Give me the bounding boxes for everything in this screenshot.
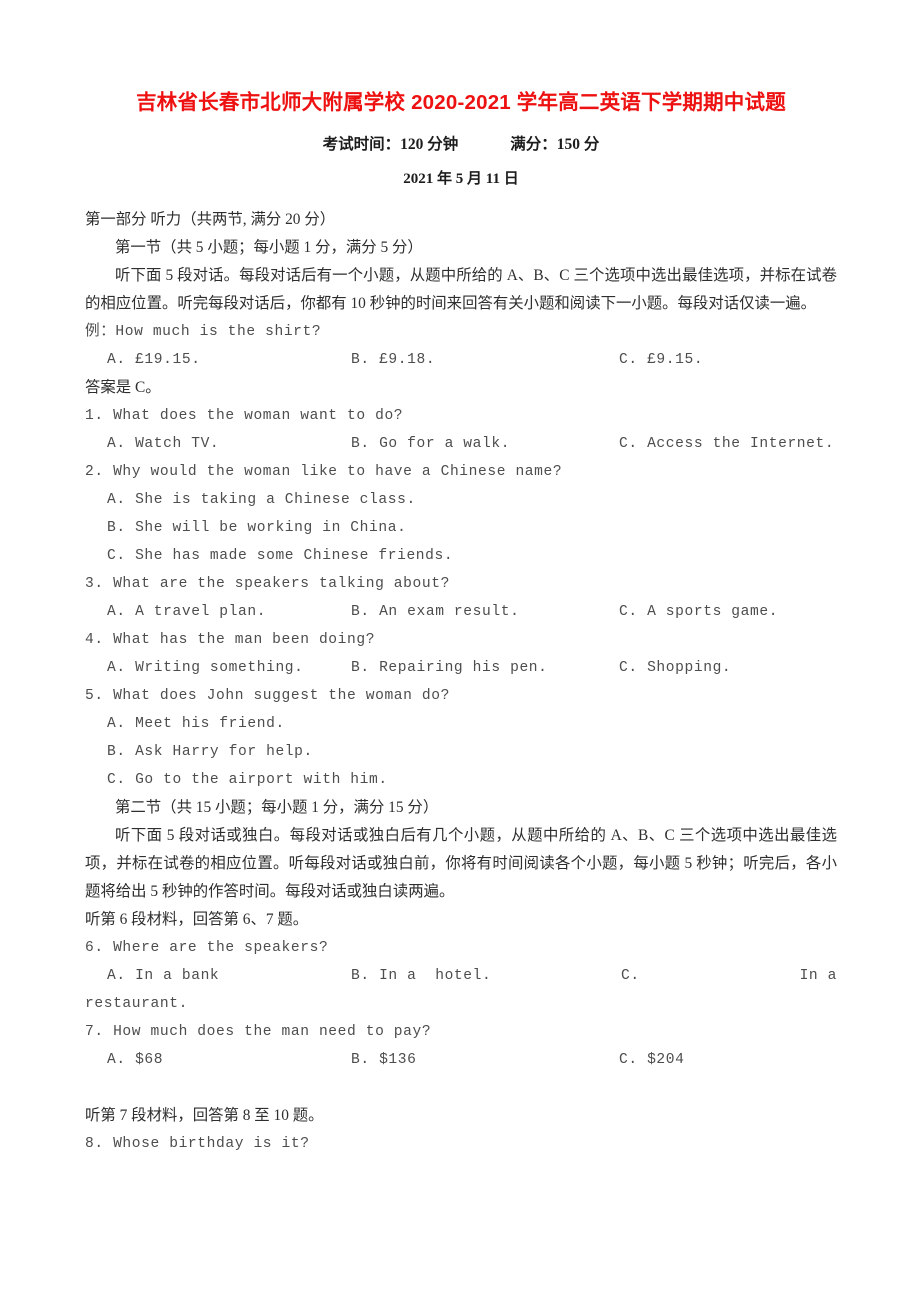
q6-option-c-wrap[interactable]: restaurant. <box>85 990 837 1018</box>
question-stem-4: 4. What has the man been doing? <box>85 632 376 648</box>
question-stem-3: 3. What are the speakers talking about? <box>85 576 450 592</box>
full-marks-label: 满分：150 分 <box>510 136 600 153</box>
q5-option-a[interactable]: A. Meet his friend. <box>85 710 837 738</box>
q4-option-c[interactable]: C. Shopping. <box>619 654 837 682</box>
q1-option-c[interactable]: C. Access the Internet. <box>619 430 837 458</box>
q7-option-b[interactable]: B. $136 <box>351 1046 619 1074</box>
q3-option-c[interactable]: C. A sports game. <box>619 598 837 626</box>
question-stem-2: 2. Why would the woman like to have a Ch… <box>85 464 563 480</box>
exam-time-label: 考试时间：120 分钟 <box>322 136 459 153</box>
question-stem-7: 7. How much does the man need to pay? <box>85 1024 432 1040</box>
exam-meta-line: 考试时间：120 分钟 满分：150 分 <box>85 132 837 158</box>
q5-option-c[interactable]: C. Go to the airport with him. <box>85 766 837 794</box>
q6-option-c-label[interactable]: C. <box>621 962 661 990</box>
q2-option-a[interactable]: A. She is taking a Chinese class. <box>85 486 837 514</box>
q3-option-b[interactable]: B. An exam result. <box>351 598 619 626</box>
option-row-1: A. Watch TV. B. Go for a walk. C. Access… <box>85 430 837 458</box>
q2-option-c[interactable]: C. She has made some Chinese friends. <box>85 542 837 570</box>
q3-option-a[interactable]: A. A travel plan. <box>107 598 351 626</box>
section-two-instructions: 听下面 5 段对话或独白。每段对话或独白后有几个小题，从题中所给的 A、B、C … <box>85 827 837 900</box>
option-row-7: A. $68 B. $136 C. $204 <box>85 1046 837 1074</box>
example-option-a: A. £19.15. <box>107 352 201 368</box>
question-stem-5: 5. What does John suggest the woman do? <box>85 688 450 704</box>
question-stem-6: 6. Where are the speakers? <box>85 940 329 956</box>
q1-option-a[interactable]: A. Watch TV. <box>107 430 351 458</box>
option-row-4: A. Writing something. B. Repairing his p… <box>85 654 837 682</box>
question-stem-1: 1. What does the woman want to do? <box>85 408 404 424</box>
q4-option-b[interactable]: B. Repairing his pen. <box>351 654 619 682</box>
section-two-heading: 第二节（共 15 小题；每小题 1 分，满分 15 分） <box>115 799 439 816</box>
example-option-b: B. £9.18. <box>351 352 436 368</box>
question-stem-8: 8. Whose birthday is it? <box>85 1136 310 1152</box>
page-title: 吉林省长春市北师大附属学校 2020-2021 学年高二英语下学期期中试题 <box>136 91 786 114</box>
q6-option-a[interactable]: A. In a bank <box>107 962 351 990</box>
example-option-c: C. £9.15. <box>619 352 704 368</box>
material-7-label: 听第 7 段材料，回答第 8 至 10 题。 <box>85 1107 324 1124</box>
example-answer-line: 答案是 C。 <box>85 379 161 396</box>
section-one-heading: 第一节（共 5 小题；每小题 1 分，满分 5 分） <box>115 239 423 256</box>
option-row-6: A. In a bank B. In a hotel. C. In a <box>85 962 837 990</box>
option-row-3: A. A travel plan. B. An exam result. C. … <box>85 598 837 626</box>
q7-option-a[interactable]: A. $68 <box>107 1046 351 1074</box>
material-6-label: 听第 6 段材料，回答第 6、7 题。 <box>85 911 309 928</box>
part-one-heading: 第一部分 听力（共两节, 满分 20 分） <box>85 211 336 228</box>
q7-option-c[interactable]: C. $204 <box>619 1046 837 1074</box>
document-page: 吉林省长春市北师大附属学校 2020-2021 学年高二英语下学期期中试题 考试… <box>0 0 920 1302</box>
q2-option-b[interactable]: B. She will be working in China. <box>85 514 837 542</box>
example-stem: 例：How much is the shirt? <box>85 324 322 340</box>
q6-option-c-tail[interactable]: In a <box>661 962 837 990</box>
example-option-row: A. £19.15. B. £9.18. C. £9.15. <box>85 346 837 374</box>
exam-date: 2021 年 5 月 11 日 <box>403 171 519 187</box>
document-content: 吉林省长春市北师大附属学校 2020-2021 学年高二英语下学期期中试题 考试… <box>85 88 837 1158</box>
q6-option-b[interactable]: B. In a hotel. <box>351 962 621 990</box>
q4-option-a[interactable]: A. Writing something. <box>107 654 351 682</box>
section-one-instructions: 听下面 5 段对话。每段对话后有一个小题，从题中所给的 A、B、C 三个选项中选… <box>85 267 837 312</box>
q1-option-b[interactable]: B. Go for a walk. <box>351 430 619 458</box>
q5-option-b[interactable]: B. Ask Harry for help. <box>85 738 837 766</box>
